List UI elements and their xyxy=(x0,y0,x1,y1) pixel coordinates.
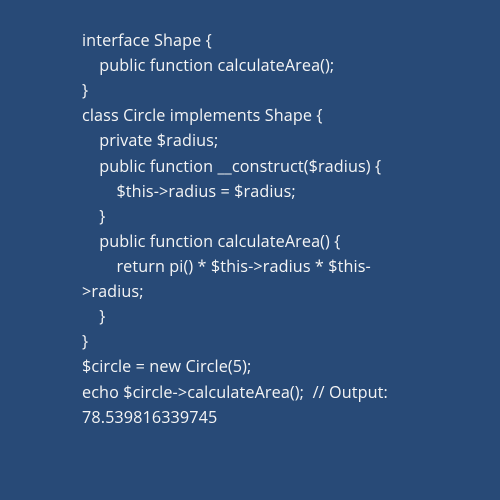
code-line: public function calculateArea(); xyxy=(82,53,432,78)
code-line: } xyxy=(82,304,432,329)
code-line: return pi() * $this->radius * $this->rad… xyxy=(82,254,432,304)
code-line: public function calculateArea() { xyxy=(82,229,432,254)
code-line: interface Shape { xyxy=(82,28,432,53)
code-line: } xyxy=(82,204,432,229)
code-line: class Circle implements Shape { xyxy=(82,103,432,128)
code-line: public function __construct($radius) { xyxy=(82,154,432,179)
code-snippet: interface Shape { public function calcul… xyxy=(82,28,432,430)
code-line: echo $circle->calculateArea(); // Output… xyxy=(82,380,432,430)
code-line: private $radius; xyxy=(82,128,432,153)
code-line: } xyxy=(82,329,432,354)
code-line: $this->radius = $radius; xyxy=(82,179,432,204)
code-line: $circle = new Circle(5); xyxy=(82,354,432,379)
code-line: } xyxy=(82,78,432,103)
